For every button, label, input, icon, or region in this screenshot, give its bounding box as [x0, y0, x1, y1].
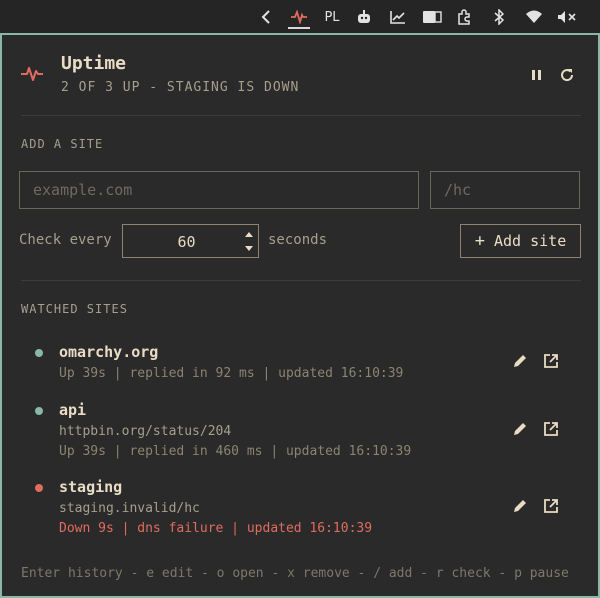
interval-value[interactable]: 60: [118, 233, 255, 251]
puzzle-icon[interactable]: [455, 7, 473, 27]
wifi-icon[interactable]: [524, 7, 544, 27]
interval-stepper[interactable]: 60: [122, 224, 259, 258]
status-summary: 2 OF 3 UP - STAGING IS DOWN: [61, 80, 300, 95]
refresh-button[interactable]: [558, 66, 576, 84]
system-topbar: PL: [0, 0, 600, 34]
site-url: staging.invalid/hc: [59, 501, 200, 516]
uptime-pulse-icon[interactable]: [288, 7, 310, 29]
edit-pencil-icon[interactable]: [512, 498, 528, 514]
page-title: Uptime: [61, 53, 127, 74]
battery-icon[interactable]: [421, 7, 443, 27]
edit-pencil-icon[interactable]: [512, 353, 528, 369]
divider: [21, 115, 581, 116]
site-url-input[interactable]: example.com: [19, 171, 419, 209]
site-name: omarchy.org: [59, 343, 159, 361]
check-every-label: Check every: [19, 232, 112, 248]
site-url: httpbin.org/status/204: [59, 424, 232, 439]
site-name: staging: [59, 478, 123, 496]
watched-sites-section-label: WATCHED SITES: [21, 302, 128, 316]
uptime-panel: Uptime 2 OF 3 UP - STAGING IS DOWN ADD A…: [0, 33, 600, 598]
volume-muted-icon[interactable]: [556, 7, 578, 27]
plus-icon: +: [474, 231, 485, 251]
open-external-icon[interactable]: [543, 421, 559, 437]
refresh-icon: [561, 69, 574, 82]
keyboard-layout-indicator[interactable]: PL: [322, 7, 342, 27]
decrement-arrow-icon[interactable]: [244, 244, 254, 254]
add-site-button-label: Add site: [494, 232, 567, 250]
edit-pencil-icon[interactable]: [512, 421, 528, 437]
add-site-button[interactable]: + Add site: [460, 224, 581, 258]
pause-icon: [532, 70, 541, 80]
open-external-icon[interactable]: [543, 498, 559, 514]
open-external-icon[interactable]: [543, 353, 559, 369]
divider: [21, 280, 581, 281]
bluetooth-icon[interactable]: [491, 7, 507, 27]
chart-icon[interactable]: [389, 7, 407, 27]
site-status: Down 9s | dns failure | updated 16:10:39: [59, 521, 373, 536]
keyboard-hints: Enter history - e edit - o open - x remo…: [21, 566, 569, 581]
site-status: Up 39s | replied in 460 ms | updated 16:…: [59, 444, 412, 459]
status-dot: [35, 484, 43, 492]
increment-arrow-icon[interactable]: [244, 229, 254, 239]
seconds-label: seconds: [268, 232, 328, 248]
status-dot: [35, 407, 43, 415]
status-dot: [35, 349, 43, 357]
pause-button[interactable]: [529, 67, 545, 83]
add-site-section-label: ADD A SITE: [21, 137, 104, 151]
back-chevron-icon[interactable]: [258, 7, 274, 27]
pulse-icon: [20, 65, 44, 87]
health-path-input[interactable]: /hc: [430, 171, 580, 209]
robot-icon[interactable]: [355, 7, 373, 27]
site-status: Up 39s | replied in 92 ms | updated 16:1…: [59, 366, 404, 381]
site-name: api: [59, 401, 87, 419]
